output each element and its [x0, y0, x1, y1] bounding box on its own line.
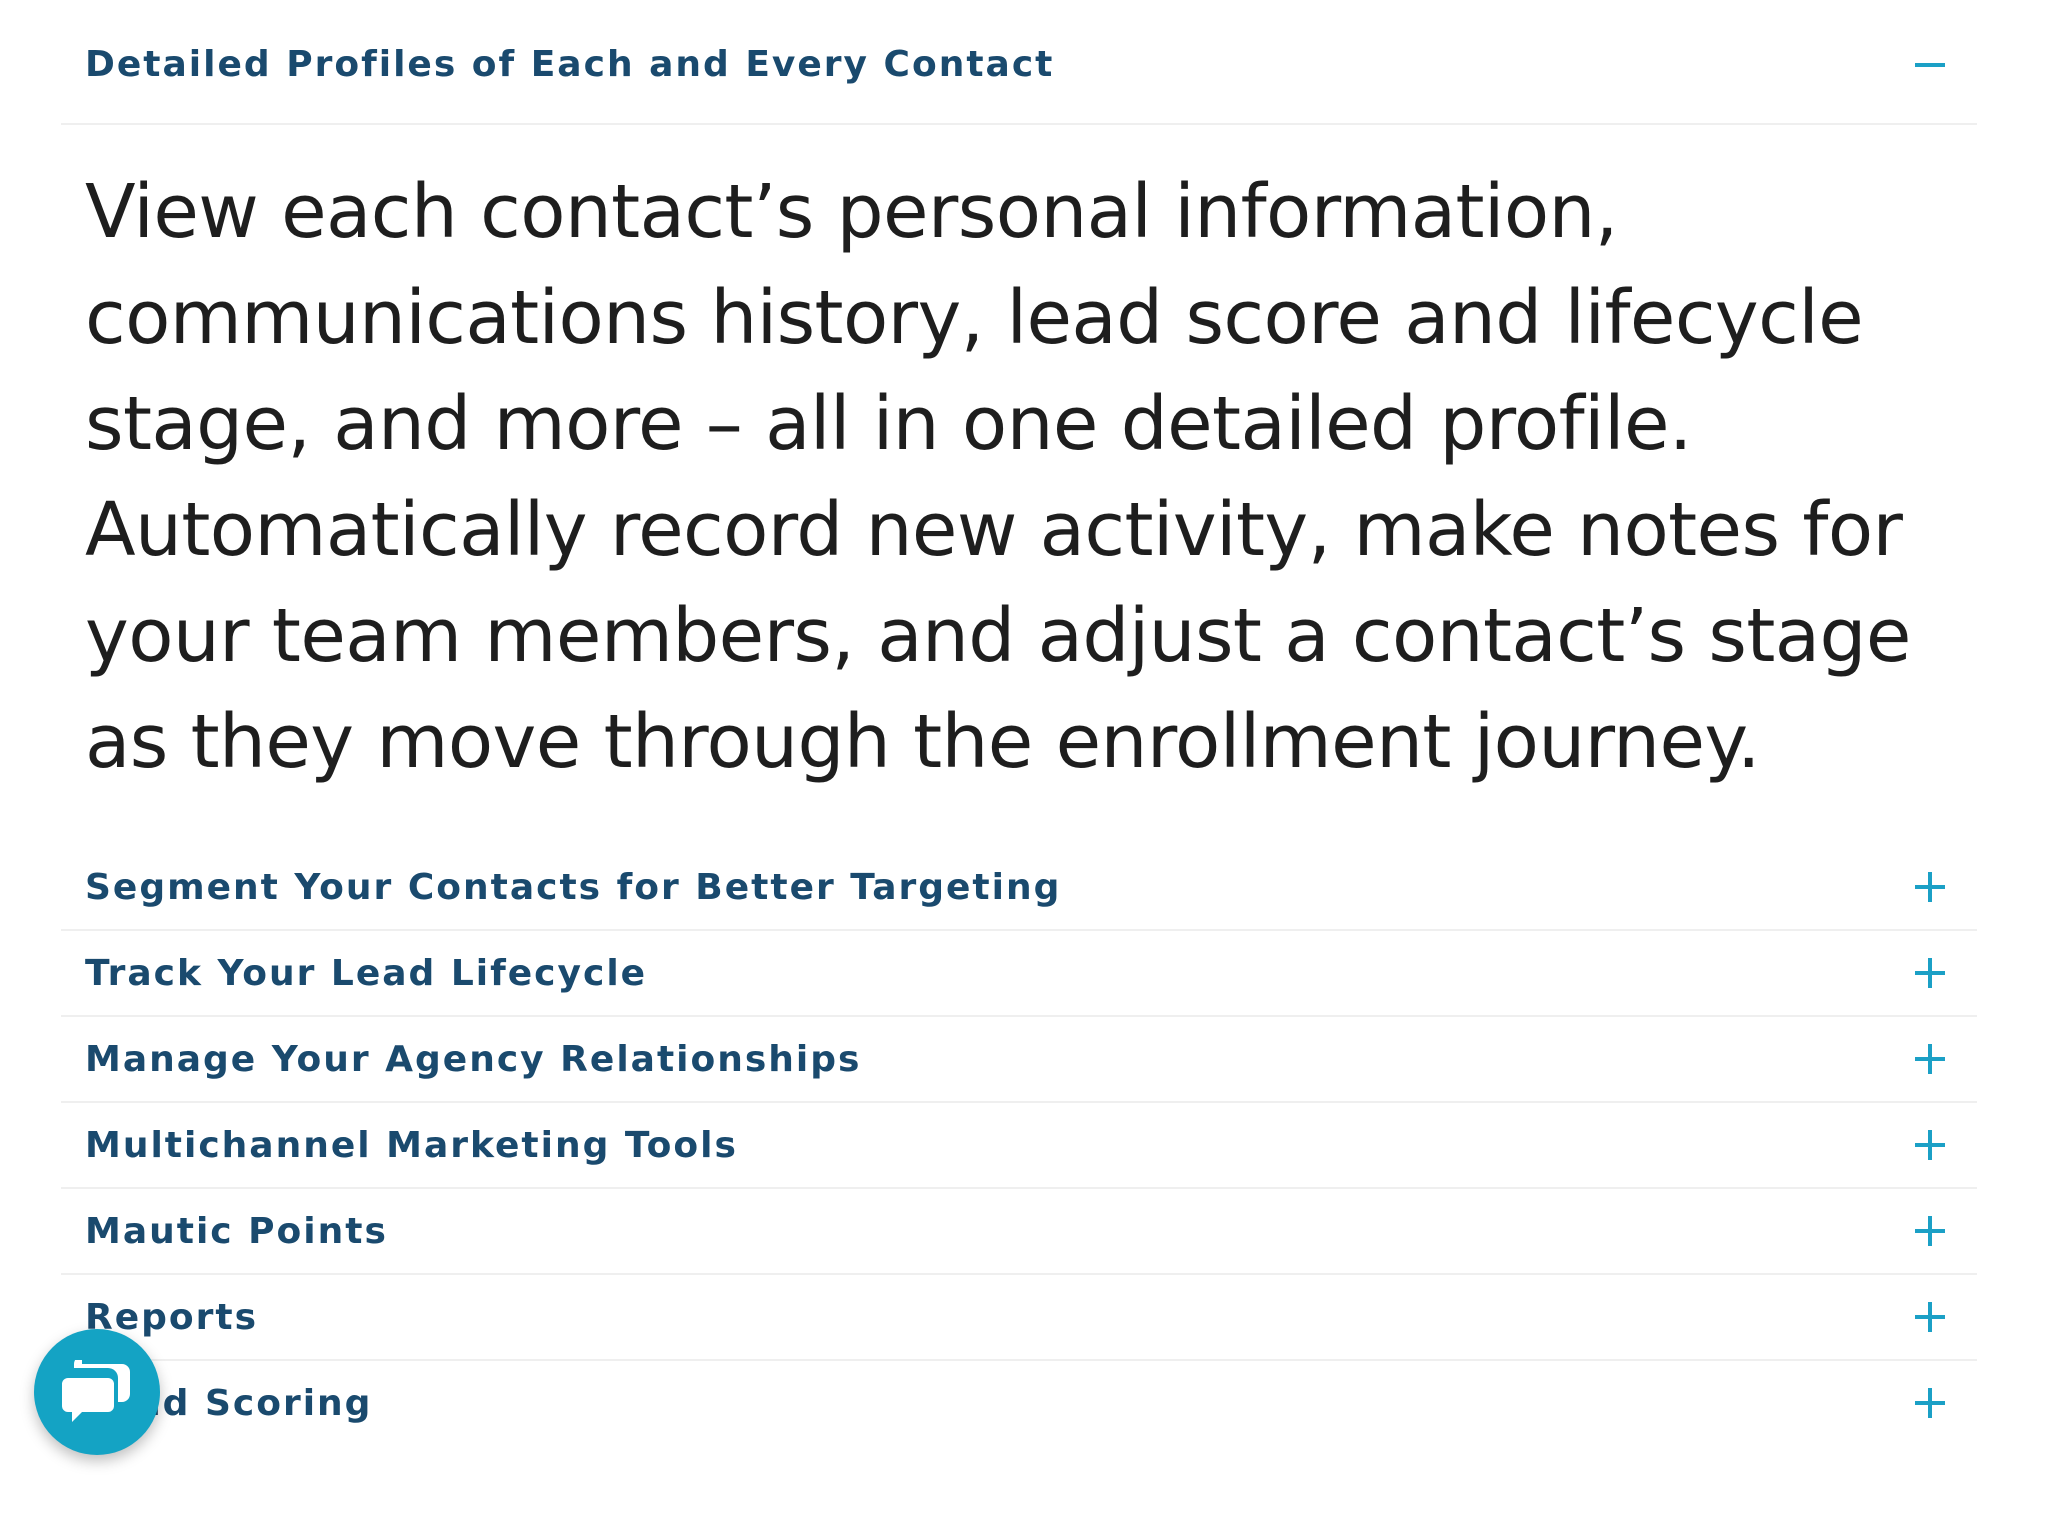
accordion-panel-detailed-profiles: View each contact’s personal information…: [61, 125, 1977, 845]
plus-icon[interactable]: [1915, 1130, 1945, 1160]
accordion-header-reports[interactable]: Reports: [61, 1275, 1977, 1359]
accordion-header-lead-scoring[interactable]: Lead Scoring: [61, 1361, 1977, 1445]
minus-icon[interactable]: [1915, 50, 1945, 80]
accordion-header-lead-lifecycle[interactable]: Track Your Lead Lifecycle: [61, 931, 1977, 1015]
plus-icon[interactable]: [1915, 1044, 1945, 1074]
accordion-header-detailed-profiles[interactable]: Detailed Profiles of Each and Every Cont…: [61, 0, 1977, 125]
plus-icon[interactable]: [1915, 872, 1945, 902]
accordion-item-detailed-profiles: Detailed Profiles of Each and Every Cont…: [61, 0, 1977, 845]
accordion-item-segment-contacts: Segment Your Contacts for Better Targeti…: [61, 845, 1977, 931]
accordion-header-agency-relationships[interactable]: Manage Your Agency Relationships: [61, 1017, 1977, 1101]
accordion-header-multichannel-marketing[interactable]: Multichannel Marketing Tools: [61, 1103, 1977, 1187]
accordion-title: Track Your Lead Lifecycle: [85, 952, 648, 994]
accordion-item-lead-scoring: Lead Scoring: [61, 1361, 1977, 1445]
features-accordion: Detailed Profiles of Each and Every Cont…: [61, 0, 1977, 1445]
accordion-item-lead-lifecycle: Track Your Lead Lifecycle: [61, 931, 1977, 1017]
plus-icon[interactable]: [1915, 958, 1945, 988]
accordion-title: Manage Your Agency Relationships: [85, 1038, 862, 1080]
chat-bubble-icon: [62, 1360, 130, 1422]
accordion-title: Multichannel Marketing Tools: [85, 1124, 738, 1166]
accordion-header-segment-contacts[interactable]: Segment Your Contacts for Better Targeti…: [61, 845, 1977, 929]
plus-icon[interactable]: [1915, 1216, 1945, 1246]
accordion-title: Mautic Points: [85, 1210, 388, 1252]
accordion-title: Detailed Profiles of Each and Every Cont…: [85, 44, 1055, 85]
plus-icon[interactable]: [1915, 1302, 1945, 1332]
accordion-title: Segment Your Contacts for Better Targeti…: [85, 866, 1062, 908]
chat-widget-button[interactable]: [34, 1329, 160, 1455]
accordion-body-text: View each contact’s personal information…: [85, 169, 1911, 785]
accordion-item-mautic-points: Mautic Points: [61, 1189, 1977, 1275]
plus-icon[interactable]: [1915, 1388, 1945, 1418]
accordion-item-agency-relationships: Manage Your Agency Relationships: [61, 1017, 1977, 1103]
accordion-item-reports: Reports: [61, 1275, 1977, 1361]
accordion-header-mautic-points[interactable]: Mautic Points: [61, 1189, 1977, 1273]
accordion-item-multichannel-marketing: Multichannel Marketing Tools: [61, 1103, 1977, 1189]
